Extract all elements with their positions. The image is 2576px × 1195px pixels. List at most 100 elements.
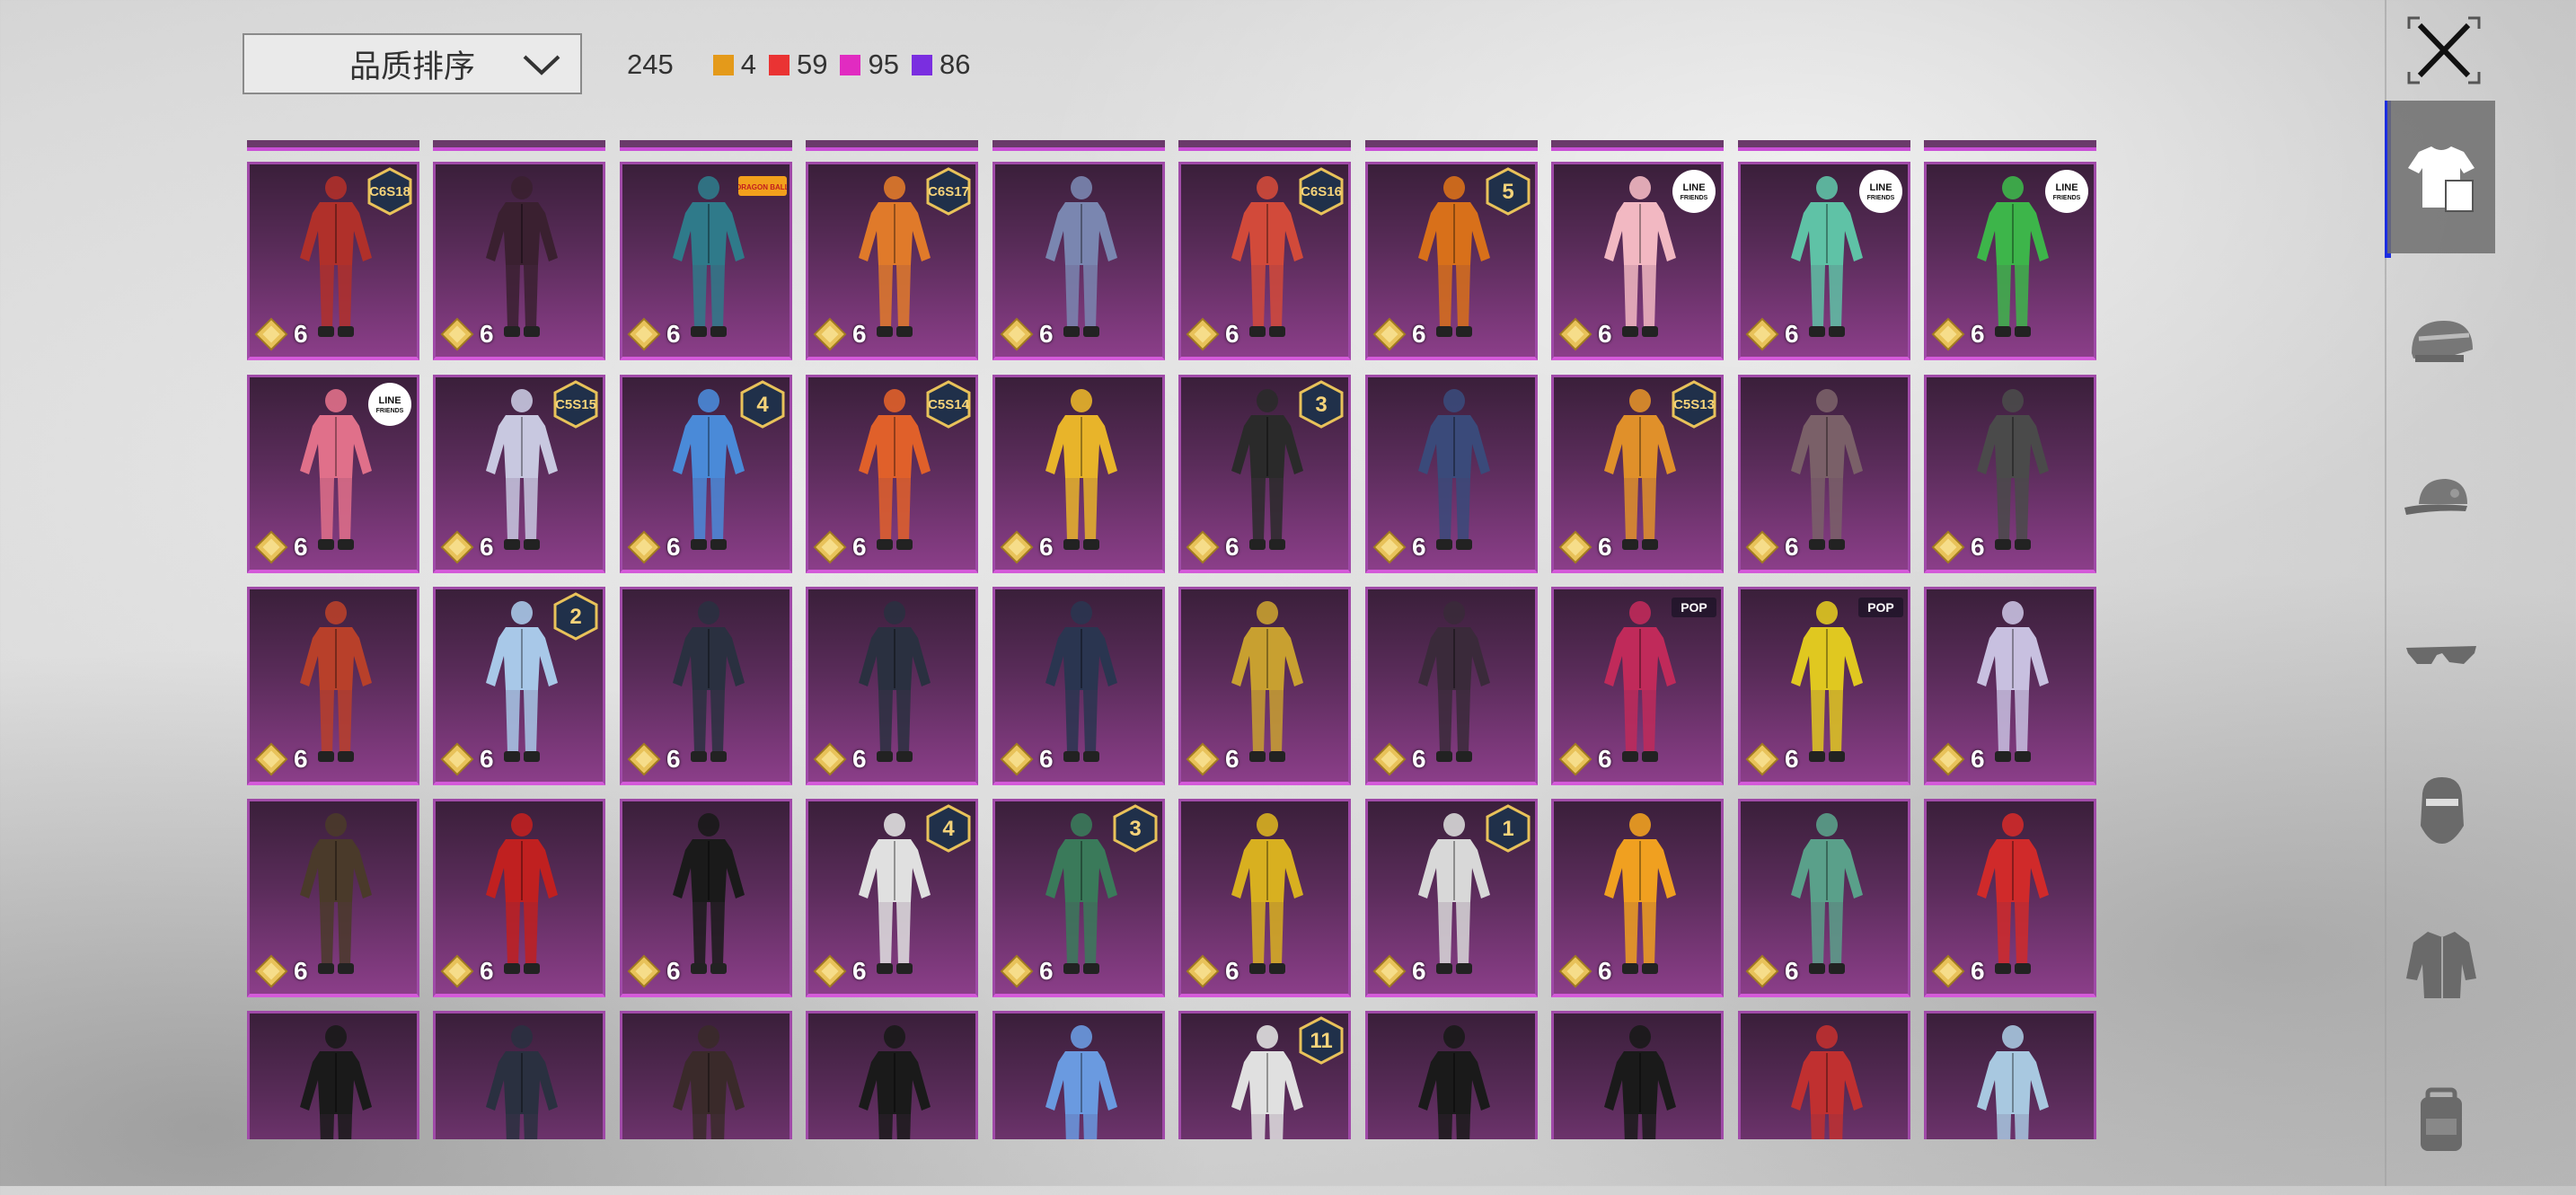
item-card[interactable]: 36: [992, 799, 1165, 997]
partial-item-strip: [992, 140, 1165, 151]
item-card[interactable]: 6: [806, 587, 978, 785]
season-badge-icon: 3: [1113, 804, 1158, 853]
item-card[interactable]: 6: [1924, 799, 2096, 997]
item-card[interactable]: 6: [247, 799, 419, 997]
item-card[interactable]: [992, 1011, 1165, 1139]
item-grid: C6S18 6 6 DRAGON BALL 6 C6S17 6 6 C6S16 6 5 6 LINE FR…: [244, 140, 2102, 1139]
item-card[interactable]: [806, 1011, 978, 1139]
item-price-value: 6: [1598, 745, 1612, 773]
rarity-swatch: [768, 54, 790, 75]
helmet-tab[interactable]: [2387, 268, 2495, 420]
item-card[interactable]: C5S13 6: [1551, 375, 1724, 573]
partial-item-strip: [1924, 140, 2096, 151]
item-card[interactable]: [1551, 1011, 1724, 1139]
item-card[interactable]: 6: [247, 587, 419, 785]
item-card[interactable]: C6S18 6: [247, 162, 419, 360]
item-price-value: 6: [1785, 533, 1799, 561]
item-card[interactable]: 6: [1738, 799, 1910, 997]
outfit-figure: [1604, 1025, 1676, 1139]
svg-text:FRIENDS: FRIENDS: [376, 408, 404, 414]
glasses-tab[interactable]: [2387, 577, 2495, 730]
season-badge-icon: C6S16: [1299, 167, 1344, 216]
item-card[interactable]: 11: [1178, 1011, 1351, 1139]
item-price: 6: [1000, 530, 1054, 564]
coin-icon: [1372, 742, 1407, 776]
sort-dropdown-label: 品质排序: [348, 49, 475, 84]
item-card[interactable]: [1738, 1011, 1910, 1139]
item-card[interactable]: C6S17 6: [806, 162, 978, 360]
svg-text:4: 4: [756, 393, 769, 417]
item-card[interactable]: LINE FRIENDS 6: [1738, 162, 1910, 360]
item-card[interactable]: [1365, 1011, 1538, 1139]
item-price-value: 6: [852, 745, 867, 773]
item-price-value: 6: [1971, 320, 1985, 348]
item-price: 6: [1372, 530, 1426, 564]
item-price: 6: [440, 317, 494, 351]
rarity-count-value: 95: [868, 49, 899, 80]
coin-icon: [813, 317, 847, 351]
item-card[interactable]: 6: [992, 375, 1165, 573]
svg-text:LINE: LINE: [2055, 182, 2078, 193]
svg-text:3: 3: [1315, 393, 1327, 417]
item-card[interactable]: 6: [992, 162, 1165, 360]
item-price: 6: [627, 530, 681, 564]
item-card[interactable]: 6: [1924, 587, 2096, 785]
item-card[interactable]: 6: [620, 799, 792, 997]
cap-tab[interactable]: [2387, 422, 2495, 575]
outfit-tab[interactable]: [2387, 101, 2495, 253]
item-card[interactable]: 6: [1178, 587, 1351, 785]
item-card[interactable]: POP 6: [1738, 587, 1910, 785]
item-card[interactable]: [433, 1011, 605, 1139]
item-price-value: 6: [666, 320, 681, 348]
item-price: 6: [813, 742, 867, 776]
item-card[interactable]: 6: [620, 587, 792, 785]
item-card[interactable]: 6: [992, 587, 1165, 785]
item-card[interactable]: 6: [1738, 375, 1910, 573]
item-price-value: 6: [1971, 957, 1985, 985]
coin-icon: [440, 954, 474, 988]
item-card[interactable]: LINE FRIENDS 6: [1924, 162, 2096, 360]
item-price: 6: [813, 317, 867, 351]
item-card[interactable]: LINE FRIENDS 6: [1551, 162, 1724, 360]
item-card[interactable]: 6: [1365, 587, 1538, 785]
item-price-value: 6: [480, 745, 494, 773]
svg-text:POP: POP: [1867, 600, 1894, 615]
item-card[interactable]: LINE FRIENDS 6: [247, 375, 419, 573]
item-card[interactable]: C6S16 6: [1178, 162, 1351, 360]
item-card[interactable]: [1924, 1011, 2096, 1139]
item-card[interactable]: 36: [1178, 375, 1351, 573]
item-card[interactable]: POP 6: [1551, 587, 1724, 785]
item-card[interactable]: 16: [1365, 799, 1538, 997]
item-card[interactable]: 6: [1924, 375, 2096, 573]
item-card[interactable]: 46: [806, 799, 978, 997]
item-card[interactable]: 56: [1365, 162, 1538, 360]
jacket-tab[interactable]: [2387, 888, 2495, 1040]
item-card[interactable]: 46: [620, 375, 792, 573]
item-price: 6: [627, 317, 681, 351]
item-card[interactable]: C5S14 6: [806, 375, 978, 573]
item-card[interactable]: 6: [1178, 799, 1351, 997]
dragon-ball-badge-icon: DRAGON BALL: [738, 176, 787, 196]
item-card[interactable]: [247, 1011, 419, 1139]
item-card[interactable]: 26: [433, 587, 605, 785]
total-count: 245: [627, 49, 674, 80]
item-card[interactable]: 6: [1551, 799, 1724, 997]
item-card[interactable]: [620, 1011, 792, 1139]
item-price-value: 6: [1412, 533, 1426, 561]
item-card[interactable]: DRAGON BALL 6: [620, 162, 792, 360]
item-card[interactable]: 6: [1365, 375, 1538, 573]
item-card[interactable]: 6: [433, 162, 605, 360]
item-price-value: 6: [1412, 957, 1426, 985]
mask-tab[interactable]: [2387, 733, 2495, 886]
item-card[interactable]: 6: [433, 799, 605, 997]
coin-icon: [1558, 742, 1592, 776]
item-price-value: 6: [1598, 320, 1612, 348]
sort-dropdown[interactable]: 品质排序: [243, 33, 582, 94]
line-friends-badge-icon: LINE FRIENDS: [2045, 170, 2088, 213]
item-price: 6: [627, 742, 681, 776]
item-card[interactable]: C5S15 6: [433, 375, 605, 573]
coin-icon: [254, 317, 288, 351]
backpack-tab[interactable]: [2387, 1042, 2495, 1195]
coin-icon: [1931, 530, 1965, 564]
item-price-value: 6: [1225, 320, 1239, 348]
